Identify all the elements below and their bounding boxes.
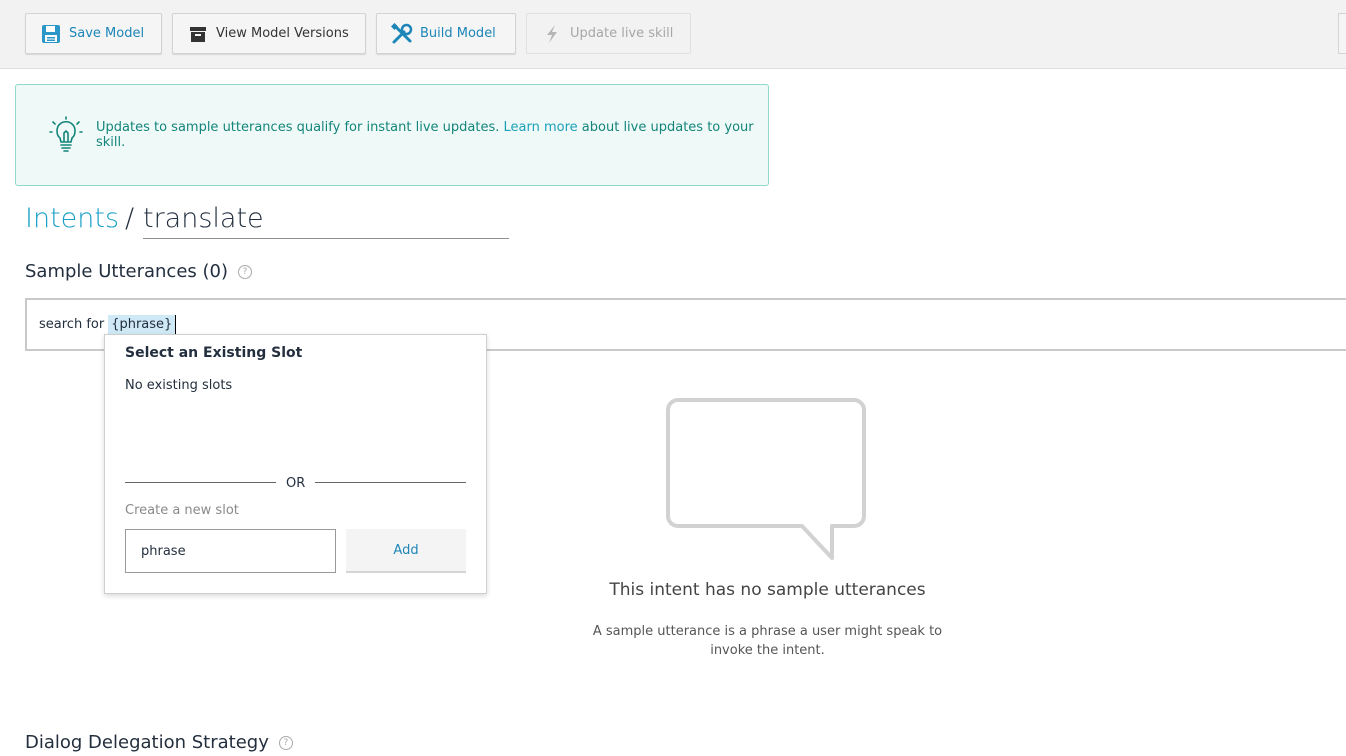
empty-state-title: This intent has no sample utterances xyxy=(609,580,926,600)
empty-state-description: A sample utterance is a phrase a user mi… xyxy=(590,622,945,660)
view-model-versions-button[interactable]: View Model Versions xyxy=(172,13,366,54)
save-model-button[interactable]: Save Model xyxy=(25,13,162,54)
learn-more-link[interactable]: Learn more xyxy=(504,120,578,135)
archive-box-icon xyxy=(187,23,209,45)
save-model-label: Save Model xyxy=(69,26,145,41)
live-updates-banner: Updates to sample utterances qualify for… xyxy=(15,84,769,186)
divider-left xyxy=(125,482,276,483)
sample-utterances-heading: Sample Utterances (0)? xyxy=(25,261,252,282)
slot-token[interactable]: {phrase} xyxy=(108,315,177,334)
add-slot-button[interactable]: Add xyxy=(346,529,466,573)
breadcrumb-intents-link[interactable]: Intents xyxy=(25,203,119,234)
divider-right xyxy=(315,482,466,483)
banner-text-before: Updates to sample utterances qualify for… xyxy=(96,120,500,135)
empty-state-description-line1: A sample utterance is a phrase a user mi… xyxy=(592,624,943,639)
view-model-versions-label: View Model Versions xyxy=(216,26,349,41)
tools-icon xyxy=(391,22,413,45)
speech-bubble-icon xyxy=(666,398,868,567)
empty-state-description-line2: invoke the intent. xyxy=(710,643,825,658)
update-live-skill-button[interactable]: Update live skill xyxy=(526,13,691,54)
breadcrumb: Intents / translate xyxy=(25,203,509,239)
toolbar: Save Model View Model Versions Build Mod… xyxy=(0,0,1346,69)
breadcrumb-separator: / xyxy=(125,203,135,234)
select-slot-popup: Select an Existing Slot No existing slot… xyxy=(104,334,487,594)
dialog-delegation-heading: Dialog Delegation Strategy? xyxy=(25,732,293,753)
banner-text: Updates to sample utterances qualify for… xyxy=(96,120,768,150)
or-label: OR xyxy=(286,476,306,491)
toolbar-overflow-button[interactable] xyxy=(1338,13,1346,54)
select-slot-title: Select an Existing Slot xyxy=(125,345,303,361)
update-live-skill-label: Update live skill xyxy=(570,26,674,41)
build-model-label: Build Model xyxy=(420,26,496,41)
sample-utterances-title: Sample Utterances (0) xyxy=(25,261,228,282)
new-slot-input[interactable] xyxy=(125,529,336,573)
build-model-button[interactable]: Build Model xyxy=(376,13,516,54)
intent-name-field[interactable]: translate xyxy=(143,203,509,239)
help-icon[interactable]: ? xyxy=(237,265,252,279)
no-slots-text: No existing slots xyxy=(125,378,233,393)
floppy-disk-icon xyxy=(40,23,62,45)
lightning-bolt-icon xyxy=(541,23,563,45)
dialog-delegation-title: Dialog Delegation Strategy xyxy=(25,732,269,753)
create-slot-label: Create a new slot xyxy=(125,503,239,518)
lightbulb-icon xyxy=(49,116,83,154)
dialog-help-icon[interactable]: ? xyxy=(278,736,293,750)
utterance-text: search for xyxy=(39,317,105,332)
